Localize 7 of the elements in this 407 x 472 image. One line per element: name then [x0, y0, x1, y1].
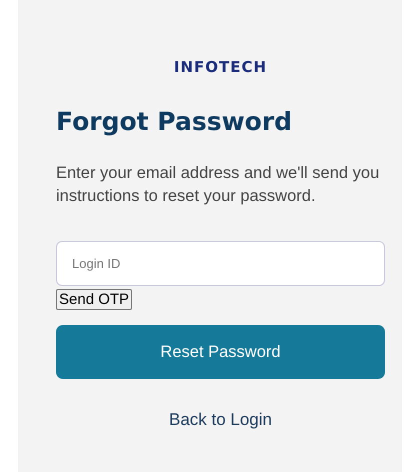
login-id-field[interactable]: Login ID — [56, 241, 385, 286]
reset-password-button[interactable]: Reset Password — [56, 325, 385, 379]
instructions-text: Enter your email address and we'll send you instructions to reset your password. — [56, 163, 380, 207]
logo: INFOTECH — [174, 57, 268, 76]
page-title: Forgot Password — [56, 107, 292, 136]
back-to-login-link[interactable]: Back to Login — [168, 410, 272, 430]
send-otp-button[interactable]: Send OTP — [56, 289, 132, 310]
